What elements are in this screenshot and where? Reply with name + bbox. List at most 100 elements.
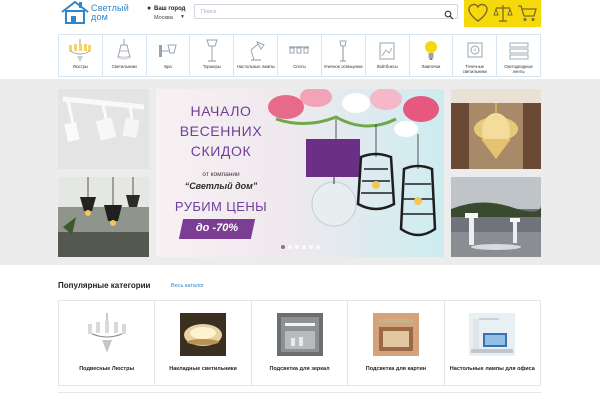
compare-button[interactable] xyxy=(492,2,514,24)
logo-line-2: дом xyxy=(91,12,109,22)
mirror-light-image xyxy=(276,313,323,356)
heart-icon xyxy=(468,3,488,22)
logo-text: Светлый дом xyxy=(91,4,129,22)
card-label: Подсветка для зеркал xyxy=(269,366,330,372)
promo-tile-track-lights[interactable] xyxy=(58,89,149,169)
search-input[interactable] xyxy=(195,5,440,18)
desk-lamp-icon xyxy=(250,40,265,61)
card-image xyxy=(372,313,419,356)
card-image xyxy=(469,313,516,356)
category-spots[interactable]: Споты xyxy=(278,35,322,76)
location-pin-icon: ● xyxy=(147,5,152,12)
category-label: Торшеры xyxy=(202,64,221,69)
category-lamps[interactable]: Светильники xyxy=(103,35,147,76)
promo-section: НАЧАЛО ВЕСЕННИХ СКИДОК от компании “Свет… xyxy=(0,79,600,265)
banner-title-line-2: ВЕСЕННИХ xyxy=(179,123,263,139)
promo-tile-pendants[interactable] xyxy=(58,177,149,257)
pendant-lamps-image xyxy=(58,177,149,257)
category-label: Лайтбоксы xyxy=(376,64,398,69)
slider-dot[interactable] xyxy=(316,245,320,249)
picture-light-image xyxy=(372,313,419,356)
popular-card-surface-lamps[interactable]: Накладные светильники xyxy=(155,301,252,385)
banner-title-line-3: СКИДОК xyxy=(190,143,252,159)
category-led-strips[interactable]: Светодиодные ленты xyxy=(497,35,540,76)
site-logo[interactable]: Светлый дом xyxy=(60,0,140,28)
office-lamp-image xyxy=(469,313,516,356)
cart-icon xyxy=(518,5,537,21)
pendant-chandelier-image xyxy=(83,313,130,356)
downlight-icon xyxy=(467,42,483,58)
category-floor-lamps[interactable]: Торшеры xyxy=(190,35,235,76)
card-image xyxy=(180,313,227,356)
card-image xyxy=(83,313,130,356)
banner-subtitle: от компании xyxy=(202,171,240,178)
city-value: Москва xyxy=(154,15,173,21)
category-desk-lamps[interactable]: Настольные лампы xyxy=(234,35,279,76)
slider-dot[interactable] xyxy=(281,245,285,249)
track-lights-image xyxy=(58,89,149,169)
banner-company: “Светлый дом” xyxy=(184,181,258,191)
category-label: Настольные лампы xyxy=(236,64,275,69)
promo-banner-slide[interactable]: НАЧАЛО ВЕСЕННИХ СКИДОК от компании “Свет… xyxy=(156,89,444,257)
search-box xyxy=(194,4,458,20)
popular-categories-title: Популярные категории xyxy=(58,281,151,290)
category-bulbs[interactable]: Лампочки xyxy=(410,35,454,76)
category-label: Лампочки xyxy=(421,64,441,69)
category-sconces[interactable]: Бра xyxy=(147,35,191,76)
popular-card-office-desk-lamps[interactable]: Настольные лампы для офиса xyxy=(445,301,540,385)
popular-card-picture-lights[interactable]: Подсветка для картин xyxy=(348,301,445,385)
category-street-lighting[interactable]: Уличное освещение xyxy=(322,35,366,76)
banner-title-line-1: НАЧАЛО xyxy=(190,103,252,119)
wall-lamp-icon xyxy=(159,44,177,57)
chevron-down-icon: ▼ xyxy=(180,14,185,20)
city-label: Ваш город xyxy=(154,6,186,12)
cart-button[interactable] xyxy=(516,2,538,24)
slider-dot[interactable] xyxy=(309,245,313,249)
category-chandeliers[interactable]: Люстры xyxy=(59,35,103,76)
ceiling-lamp-icon xyxy=(117,39,131,60)
favorites-button[interactable] xyxy=(467,2,489,24)
house-logo-icon xyxy=(61,0,89,24)
search-button[interactable] xyxy=(444,7,454,20)
site-header: Светлый дом ● Ваш город Москва ▼ xyxy=(0,0,600,30)
lightbox-icon xyxy=(379,42,395,60)
category-label: Светильники xyxy=(111,64,137,69)
crystal-chandelier-image xyxy=(451,89,541,169)
header-actions xyxy=(464,0,541,27)
page: Светлый дом ● Ваш город Москва ▼ Поиск Л… xyxy=(0,0,600,400)
bulb-icon xyxy=(424,41,437,60)
category-nav: Люстры Светильники Бра Торшеры Настольны… xyxy=(58,34,541,77)
slider-dot[interactable] xyxy=(288,245,292,249)
slider-dot[interactable] xyxy=(295,245,299,249)
floor-lamp-icon xyxy=(206,39,218,62)
category-label: Точечные светильники xyxy=(462,64,487,74)
popular-card-pendant-chandeliers[interactable]: Подвесные Люстры xyxy=(59,301,156,385)
card-label: Накладные светильники xyxy=(169,366,237,372)
promo-tile-outdoor-lights[interactable] xyxy=(451,177,541,257)
category-lightboxes[interactable]: Лайтбоксы xyxy=(366,35,410,76)
chandelier-icon xyxy=(69,39,92,62)
spot-icon xyxy=(289,46,310,54)
card-label: Подсветка для картин xyxy=(365,366,427,372)
category-label: Уличное освещение xyxy=(323,64,363,69)
slider-dot[interactable] xyxy=(302,245,306,249)
street-lamp-icon xyxy=(339,40,347,62)
banner-cta: РУБИМ ЦЕНЫ xyxy=(174,199,268,214)
led-strip-icon xyxy=(509,42,528,60)
popular-card-mirror-lights[interactable]: Подсветка для зеркал xyxy=(252,301,349,385)
card-image xyxy=(276,313,323,356)
all-catalog-link[interactable]: Весь каталог xyxy=(171,283,204,289)
category-label: Споты xyxy=(293,64,306,69)
section-divider xyxy=(58,392,541,393)
category-label: Светодиодные ленты xyxy=(504,64,533,74)
card-label: Подвесные Люстры xyxy=(79,366,135,372)
outdoor-lights-image xyxy=(451,177,541,257)
category-label: Бра xyxy=(164,64,172,69)
promo-tile-crystal-chandelier[interactable] xyxy=(451,89,541,169)
discount-badge-text: до -70% xyxy=(195,222,239,234)
surface-lamp-image xyxy=(180,313,227,356)
category-label: Люстры xyxy=(72,64,89,69)
card-label: Настольные лампы для офиса xyxy=(449,366,535,372)
category-downlights[interactable]: Точечные светильники xyxy=(453,35,498,76)
search-icon xyxy=(444,10,454,20)
